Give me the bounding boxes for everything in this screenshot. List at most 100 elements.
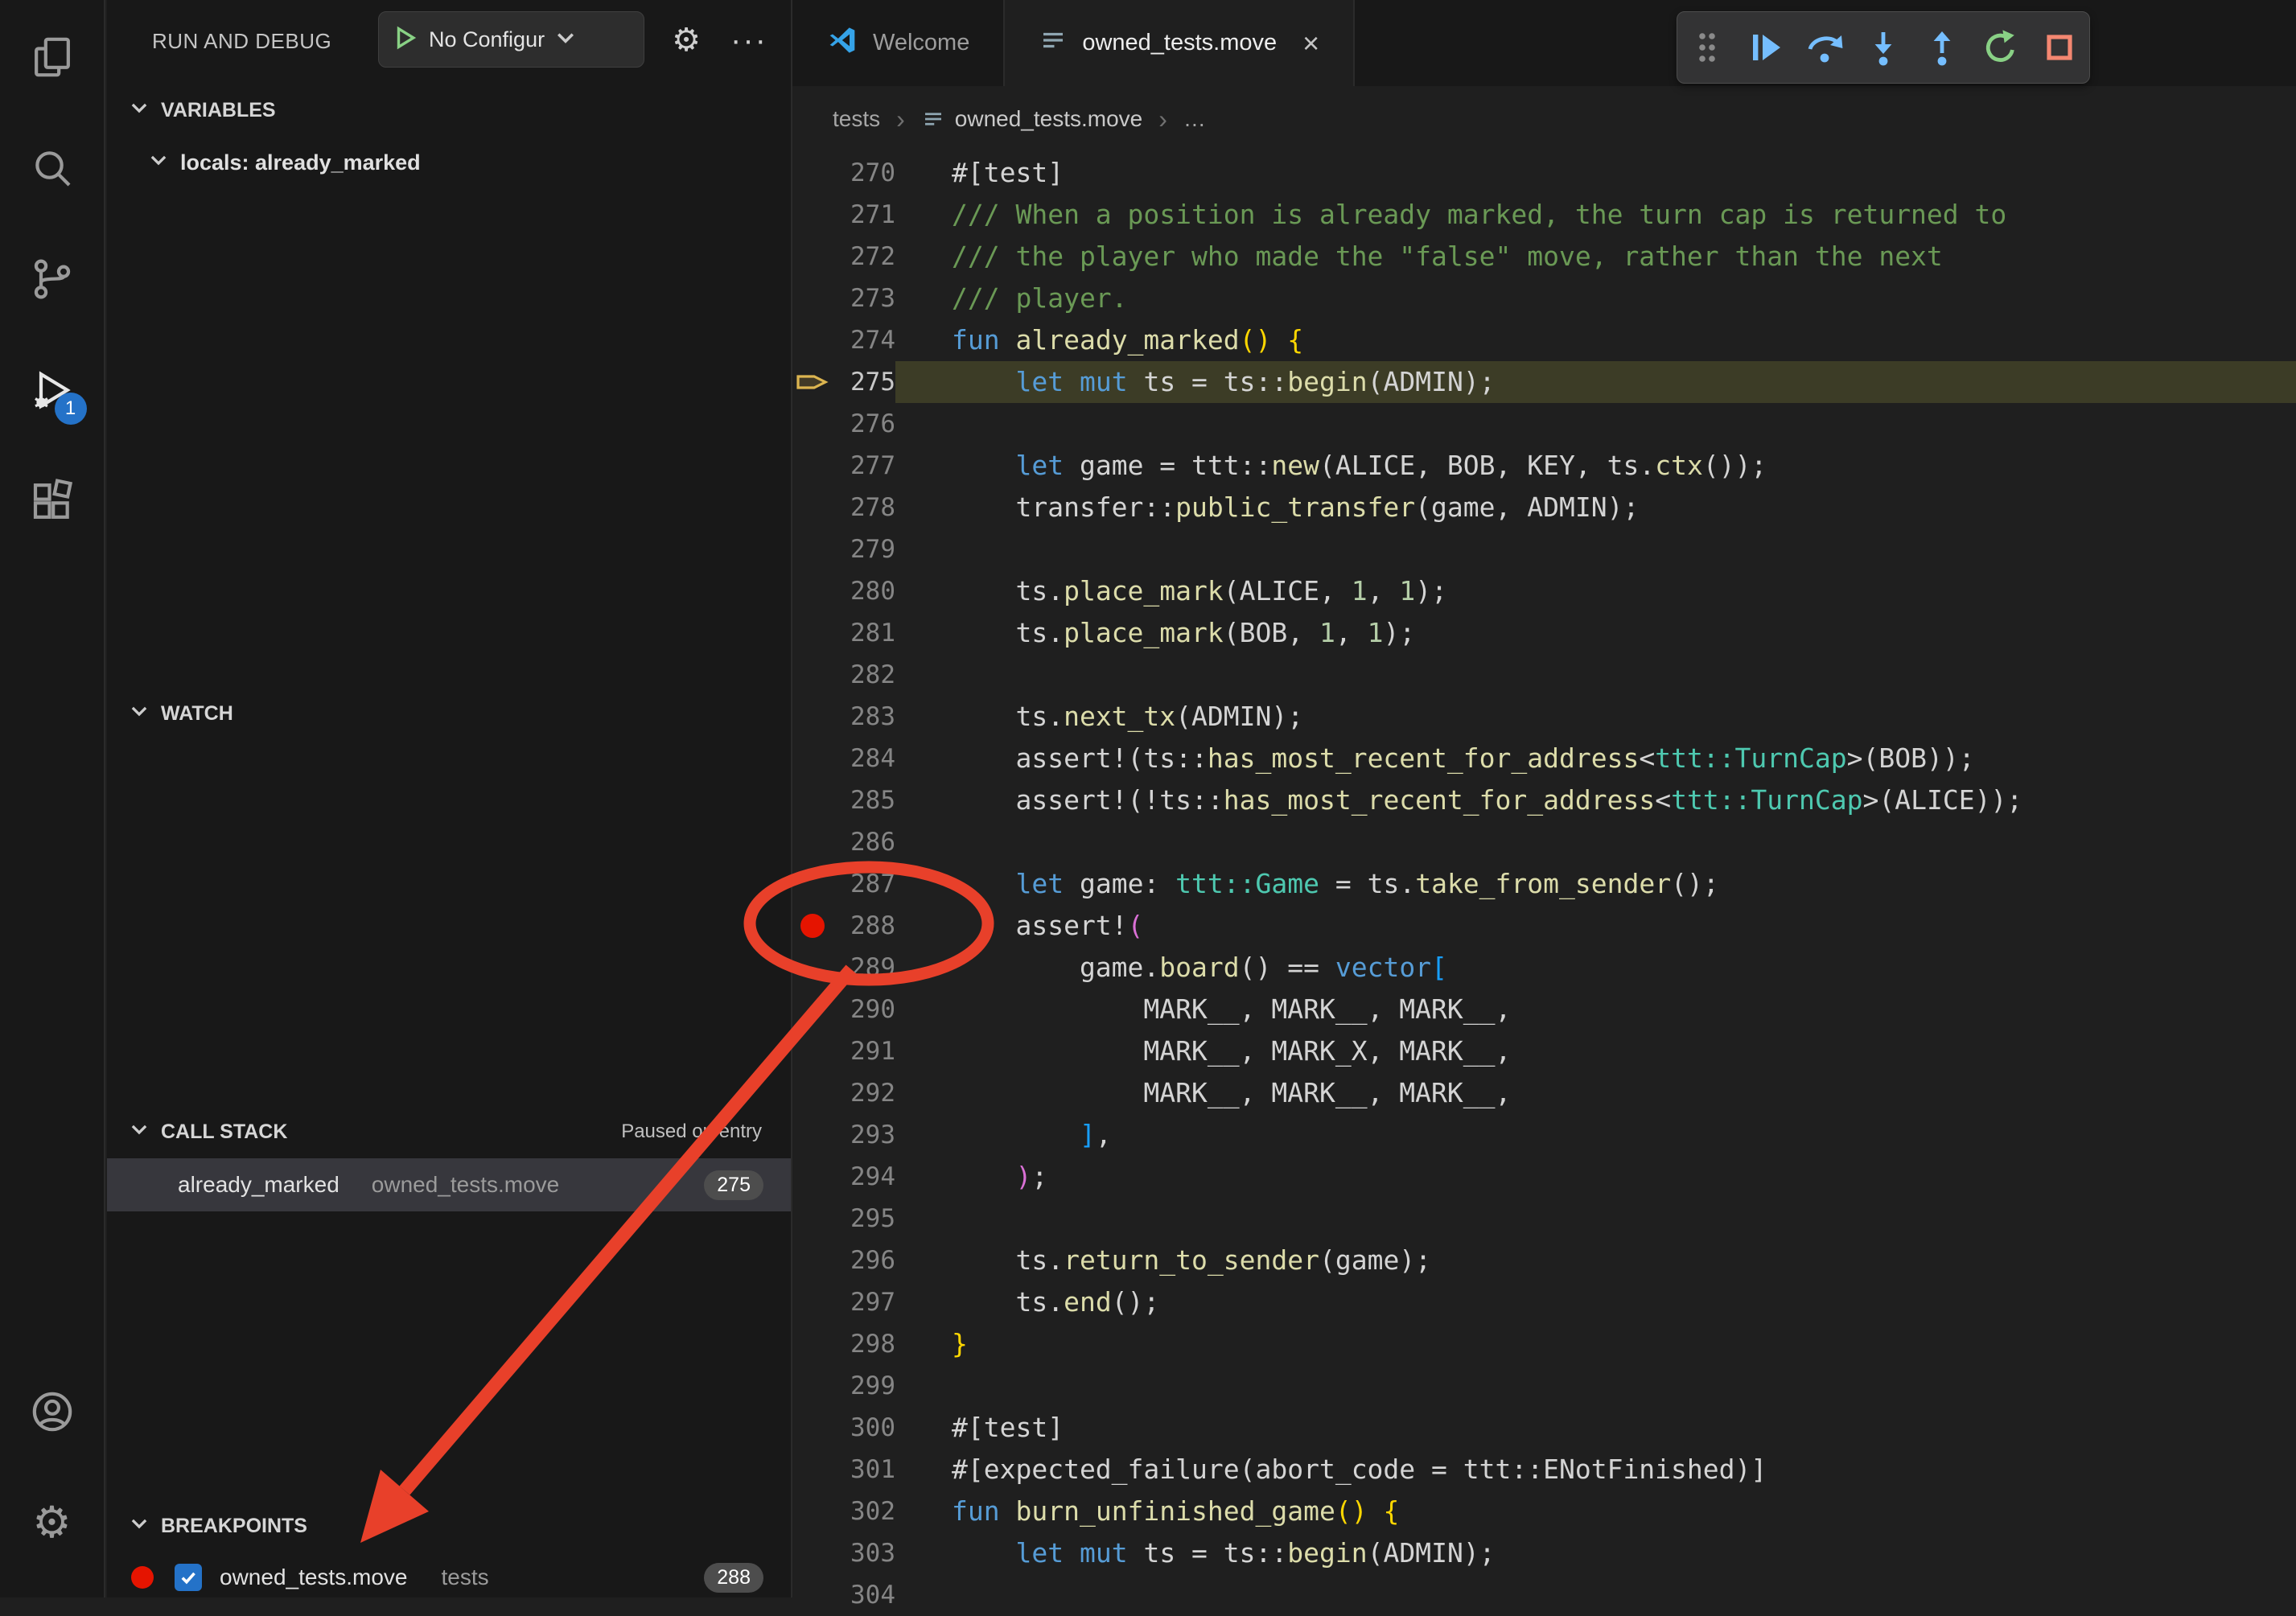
source-control-icon[interactable] [16,243,88,315]
gutter-breakpoint-slot[interactable] [792,779,833,821]
gutter-breakpoint-slot[interactable] [792,1407,833,1449]
settings-gear-icon[interactable]: ⚙ [16,1486,88,1559]
code-text[interactable]: } [895,1323,2296,1365]
debug-configuration-dropdown[interactable]: No Configur [378,11,644,68]
gutter-breakpoint-slot[interactable] [792,194,833,236]
gutter-breakpoint-slot[interactable] [792,863,833,905]
code-text[interactable]: fun burn_unfinished_game() { [895,1491,2296,1532]
watch-section-header[interactable]: WATCH [107,689,791,738]
locals-scope-row[interactable]: locals: already_marked [107,137,791,188]
debug-settings-gear-icon[interactable]: ⚙ [662,16,710,64]
gutter-breakpoint-slot[interactable] [792,487,833,528]
stop-button[interactable] [2035,23,2084,72]
code-editor[interactable]: 270#[test]271/// When a position is alre… [792,152,2296,1597]
code-text[interactable] [895,1198,2296,1240]
explorer-icon[interactable] [16,21,88,93]
close-icon[interactable]: × [1302,27,1319,60]
gutter-breakpoint-slot[interactable] [792,528,833,570]
step-out-button[interactable] [1917,23,1967,72]
variables-section-header[interactable]: VARIABLES [107,85,791,135]
code-text[interactable]: /// player. [895,278,2296,319]
code-text[interactable]: assert!( [895,905,2296,947]
gutter-breakpoint-slot[interactable] [792,1323,833,1365]
code-text[interactable] [895,1365,2296,1407]
breakpoint-row[interactable]: owned_tests.move tests 288 [107,1552,791,1602]
gutter-breakpoint-slot[interactable] [792,236,833,278]
account-icon[interactable] [16,1375,88,1448]
code-text[interactable] [895,821,2296,863]
code-text[interactable]: #[test] [895,1407,2296,1449]
gutter-breakpoint-slot[interactable] [792,654,833,696]
step-into-button[interactable] [1858,23,1908,72]
gutter-breakpoint-slot[interactable] [792,1365,833,1407]
breadcrumb-tests[interactable]: tests [833,106,880,132]
code-text[interactable] [895,1574,2296,1616]
gutter-breakpoint-slot[interactable] [792,738,833,779]
debug-current-line-arrow[interactable] [792,361,833,403]
search-icon[interactable] [16,132,88,204]
gutter-breakpoint-slot[interactable] [792,947,833,989]
code-text[interactable]: assert!(!ts::has_most_recent_for_address… [895,779,2296,821]
step-over-button[interactable] [1800,23,1850,72]
gutter-breakpoint-slot[interactable] [792,319,833,361]
code-text[interactable]: transfer::public_transfer(game, ADMIN); [895,487,2296,528]
gutter-breakpoint-slot[interactable] [792,1281,833,1323]
breakpoint-dot[interactable] [792,905,833,947]
code-text[interactable]: ts.place_mark(BOB, 1, 1); [895,612,2296,654]
start-debug-icon[interactable] [392,24,419,56]
code-text[interactable]: MARK__, MARK_X, MARK__, [895,1030,2296,1072]
gutter-breakpoint-slot[interactable] [792,1114,833,1156]
code-text[interactable]: ts.end(); [895,1281,2296,1323]
code-text[interactable] [895,654,2296,696]
code-text[interactable]: let game: ttt::Game = ts.take_from_sende… [895,863,2296,905]
code-text[interactable] [895,528,2296,570]
breadcrumb-more[interactable]: … [1183,106,1206,132]
gutter-breakpoint-slot[interactable] [792,570,833,612]
code-text[interactable]: ts.place_mark(ALICE, 1, 1); [895,570,2296,612]
restart-button[interactable] [1976,23,2026,72]
code-text[interactable]: #[expected_failure(abort_code = ttt::ENo… [895,1449,2296,1491]
gutter-breakpoint-slot[interactable] [792,1072,833,1114]
code-text[interactable]: ts.return_to_sender(game); [895,1240,2296,1281]
code-text[interactable]: /// the player who made the "false" move… [895,236,2296,278]
breadcrumb-file[interactable]: owned_tests.move [921,106,1142,132]
gutter-breakpoint-slot[interactable] [792,1574,833,1616]
code-text[interactable]: MARK__, MARK__, MARK__, [895,1072,2296,1114]
gutter-breakpoint-slot[interactable] [792,1198,833,1240]
gutter-breakpoint-slot[interactable] [792,1491,833,1532]
more-actions-icon[interactable]: ··· [725,16,773,64]
gutter-breakpoint-slot[interactable] [792,696,833,738]
gutter-breakpoint-slot[interactable] [792,278,833,319]
call-stack-section-header[interactable]: CALL STACK Paused on entry [107,1107,791,1157]
gutter-breakpoint-slot[interactable] [792,403,833,445]
code-text[interactable]: ts.next_tx(ADMIN); [895,696,2296,738]
code-text[interactable]: game.board() == vector[ [895,947,2296,989]
continue-button[interactable] [1741,23,1791,72]
gutter-breakpoint-slot[interactable] [792,612,833,654]
breakpoint-checkbox[interactable] [175,1564,202,1591]
tab-welcome[interactable]: Welcome [792,0,1005,86]
gutter-breakpoint-slot[interactable] [792,1240,833,1281]
extensions-icon[interactable] [16,465,88,537]
code-text[interactable]: assert!(ts::has_most_recent_for_address<… [895,738,2296,779]
breakpoints-section-header[interactable]: BREAKPOINTS [107,1501,791,1551]
gutter-breakpoint-slot[interactable] [792,1532,833,1574]
code-text[interactable]: let mut ts = ts::begin(ADMIN); [895,1532,2296,1574]
code-text[interactable]: /// When a position is already marked, t… [895,194,2296,236]
code-text[interactable]: let mut ts = ts::begin(ADMIN); [895,361,2296,403]
gutter-breakpoint-slot[interactable] [792,152,833,194]
gutter-breakpoint-slot[interactable] [792,989,833,1030]
tab-owned-tests-move[interactable]: owned_tests.move × [1005,0,1355,86]
run-and-debug-icon[interactable]: 1 [16,354,88,426]
gutter-breakpoint-slot[interactable] [792,1030,833,1072]
code-text[interactable]: ], [895,1114,2296,1156]
code-text[interactable]: MARK__, MARK__, MARK__, [895,989,2296,1030]
call-stack-frame-row[interactable]: already_marked owned_tests.move 275 [107,1158,791,1211]
gutter-breakpoint-slot[interactable] [792,821,833,863]
gutter-breakpoint-slot[interactable] [792,445,833,487]
code-text[interactable] [895,403,2296,445]
gutter-breakpoint-slot[interactable] [792,1449,833,1491]
gutter-breakpoint-slot[interactable] [792,1156,833,1198]
code-text[interactable]: #[test] [895,152,2296,194]
drag-grip-icon[interactable] [1682,23,1732,72]
